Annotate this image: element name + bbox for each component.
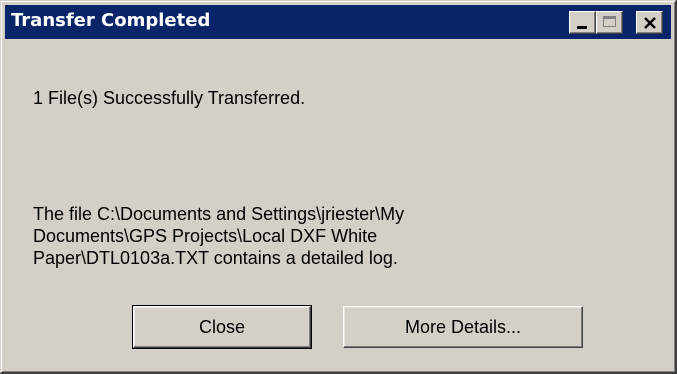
transfer-completed-dialog: Transfer Completed 1 File(s) Successfull…	[0, 0, 677, 374]
window-title: Transfer Completed	[11, 10, 211, 31]
close-icon	[644, 17, 656, 29]
log-line: Paper\DTL0103a.TXT contains a detailed l…	[33, 248, 398, 268]
maximize-button[interactable]	[596, 11, 623, 34]
minimize-icon	[577, 26, 587, 29]
minimize-button[interactable]	[569, 11, 596, 34]
log-line: The file C:\Documents and Settings\jries…	[33, 204, 405, 224]
close-button[interactable]: Close	[132, 305, 312, 349]
maximize-icon	[603, 16, 616, 27]
close-window-button[interactable]	[636, 11, 663, 34]
log-file-message: The file C:\Documents and Settings\jries…	[33, 203, 404, 269]
more-details-button[interactable]: More Details...	[343, 306, 583, 348]
title-bar[interactable]: Transfer Completed	[5, 5, 671, 39]
log-line: Documents\GPS Projects\Local DXF White	[33, 226, 378, 246]
transfer-summary: 1 File(s) Successfully Transferred.	[33, 88, 306, 108]
